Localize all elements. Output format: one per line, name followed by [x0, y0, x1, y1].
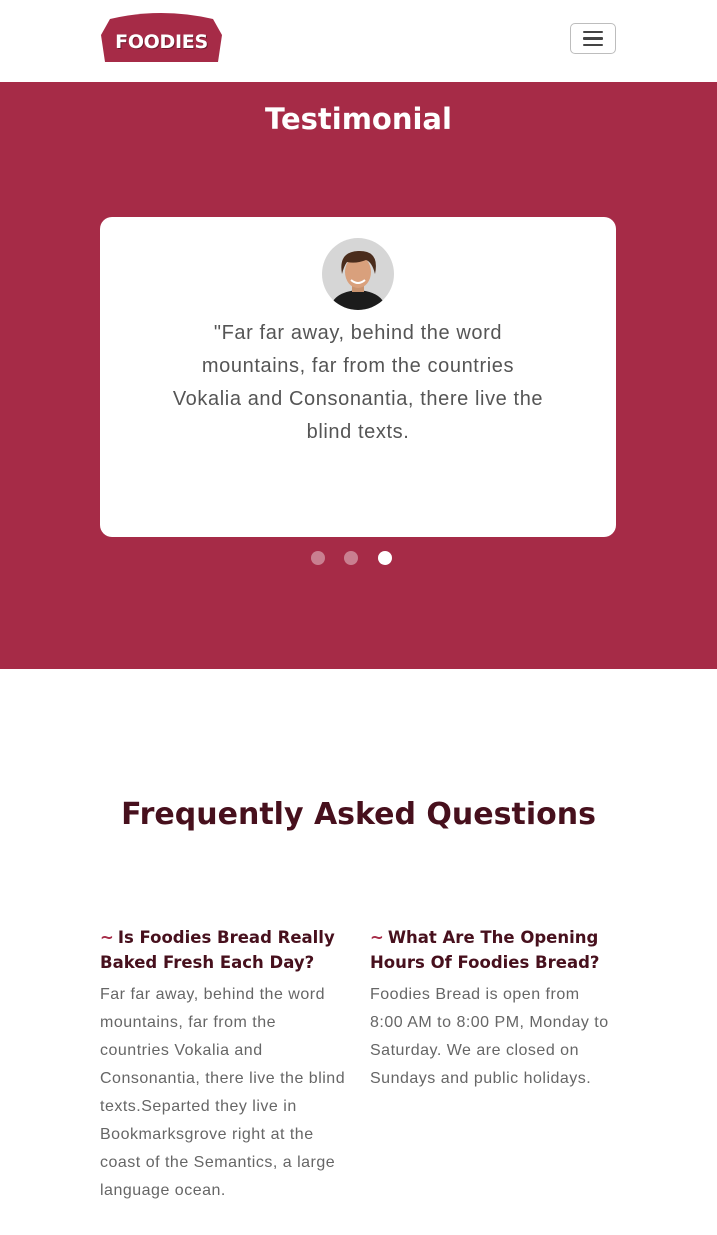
faq-title: Frequently Asked Questions — [121, 797, 596, 832]
person-avatar-icon — [322, 238, 394, 310]
tilde-icon: ~ — [100, 928, 114, 947]
faq-question-text: What Are The Opening Hours Of Foodies Br… — [370, 928, 600, 972]
faq-question[interactable]: ~ Is Foodies Bread Really Baked Fresh Eac… — [100, 925, 346, 975]
testimonial-section: Testimonial "Far far away, behind the wo… — [0, 82, 717, 669]
logo-text: FOODIES — [115, 31, 208, 53]
faq-answer: Foodies Bread is open from 8:00 AM to 8:… — [370, 986, 609, 1087]
carousel-dot-3-active[interactable] — [378, 551, 392, 565]
carousel-dot-1[interactable] — [311, 551, 325, 565]
testimonial-card: "Far far away, behind the word mountains… — [100, 217, 616, 537]
faq-item: ~ What Are The Opening Hours Of Foodies B… — [370, 925, 616, 1093]
testimonial-quote: "Far far away, behind the word mountains… — [172, 322, 544, 443]
site-header: FOODIES — [0, 0, 717, 82]
testimonial-title: Testimonial — [265, 102, 452, 136]
hamburger-menu-button[interactable] — [570, 23, 616, 54]
carousel-dot-2[interactable] — [344, 551, 358, 565]
faq-item: ~ Is Foodies Bread Really Baked Fresh Eac… — [100, 925, 346, 1205]
carousel-dots — [0, 551, 717, 565]
faq-answer: Far far away, behind the word mountains,… — [100, 986, 346, 1199]
faq-question-text: Is Foodies Bread Really Baked Fresh Each… — [100, 928, 335, 972]
faq-question[interactable]: ~ What Are The Opening Hours Of Foodies B… — [370, 925, 616, 975]
foodies-logo[interactable]: FOODIES — [100, 13, 223, 63]
hamburger-menu-icon — [583, 30, 603, 34]
avatar — [322, 238, 394, 310]
tilde-icon: ~ — [370, 928, 384, 947]
